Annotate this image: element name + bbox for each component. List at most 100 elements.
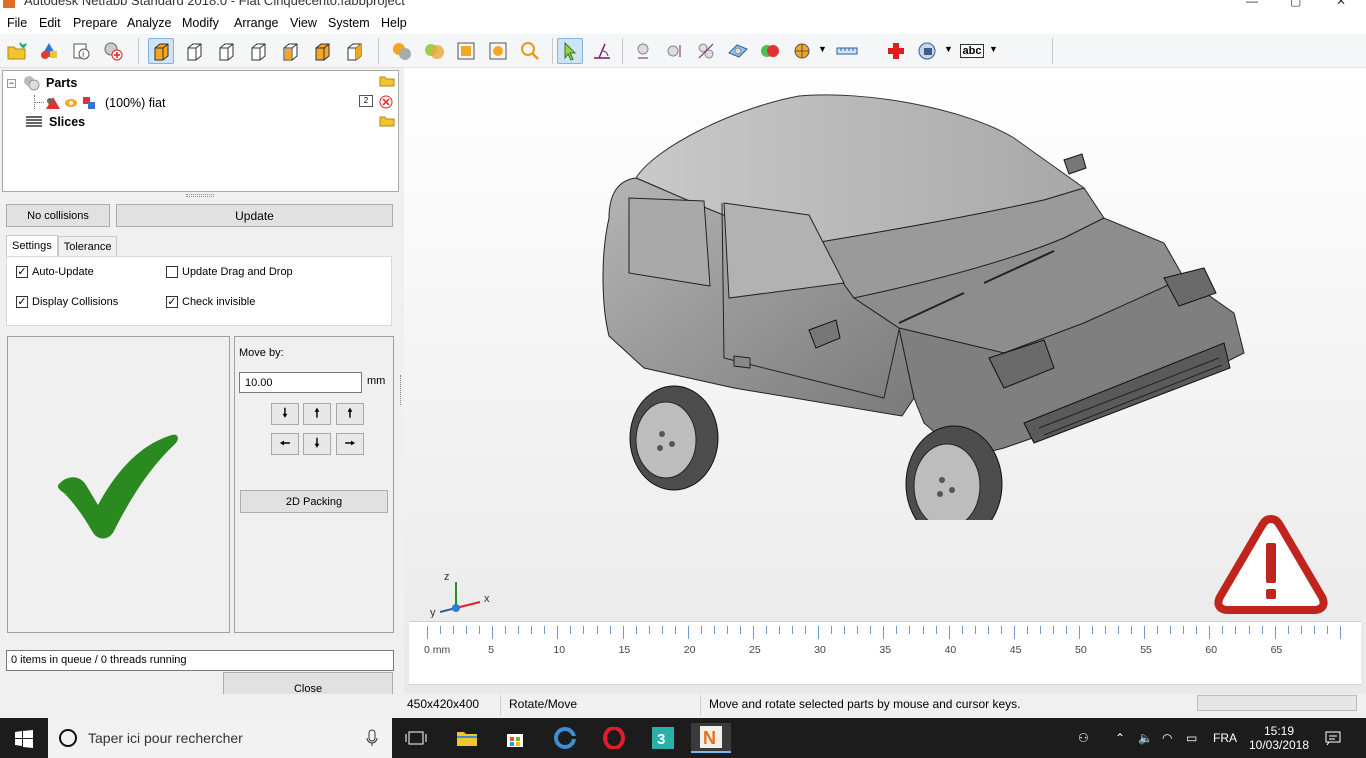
3d-builder-icon[interactable]: 3 — [643, 723, 683, 753]
volume-icon[interactable]: 🔈 — [1138, 718, 1153, 758]
task-view-icon[interactable] — [396, 723, 436, 753]
netfabb-taskbar-icon[interactable]: N — [691, 723, 731, 753]
part-info-icon[interactable]: i — [68, 38, 94, 64]
close-window-icon[interactable]: ✕ — [1336, 0, 1346, 8]
slices-node[interactable]: Slices — [25, 115, 85, 129]
panel-splitter[interactable] — [186, 194, 214, 197]
move-up-y-button[interactable]: 🠕 — [303, 403, 331, 425]
add-mesh-icon[interactable] — [100, 38, 126, 64]
ruler-tick — [1222, 626, 1224, 634]
label-abc-icon[interactable]: abc — [957, 38, 987, 64]
zoom-selection-icon[interactable] — [485, 38, 511, 64]
view-front-icon[interactable] — [181, 38, 207, 64]
people-icon[interactable]: ⚇ — [1078, 718, 1089, 758]
move-distance-input[interactable] — [239, 372, 362, 393]
parts-folder-icon[interactable] — [379, 75, 395, 87]
section-icon[interactable] — [789, 38, 815, 64]
ruler-tick — [922, 626, 924, 634]
view-right-icon[interactable] — [277, 38, 303, 64]
label-dropdown-icon[interactable]: ▼ — [989, 44, 998, 54]
parts-icon — [24, 76, 40, 91]
camera-dropdown-icon[interactable]: ▼ — [944, 44, 953, 54]
menu-view[interactable]: View — [290, 16, 317, 30]
warning-triangle-icon[interactable] — [1214, 513, 1328, 615]
battery-icon[interactable]: ▭ — [1186, 718, 1197, 758]
shading-icon[interactable] — [389, 38, 415, 64]
edge-browser-icon[interactable] — [545, 723, 585, 753]
action-center-icon[interactable] — [1325, 718, 1341, 758]
move-up-z-button[interactable]: 🠕 — [336, 403, 364, 425]
open-folder-icon[interactable] — [4, 38, 30, 64]
menu-arrange[interactable]: Arrange — [234, 16, 278, 30]
collapse-icon[interactable]: − — [7, 78, 16, 88]
section-dropdown-icon[interactable]: ▼ — [818, 44, 827, 54]
display-collisions-checkbox[interactable]: ✓ Display Collisions — [16, 296, 118, 308]
tab-tolerance[interactable]: Tolerance — [57, 236, 118, 256]
add-parts-icon[interactable] — [36, 38, 62, 64]
visibility-eye-icon[interactable] — [63, 95, 79, 111]
menu-modify[interactable]: Modify — [182, 16, 219, 30]
spheres-icon[interactable] — [662, 38, 688, 64]
minimize-icon[interactable]: — — [1246, 0, 1258, 8]
remove-part-icon[interactable] — [379, 95, 393, 109]
show-hidden-icons[interactable]: ⌃ — [1115, 718, 1125, 758]
mode-status: Rotate/Move — [509, 697, 578, 711]
part-color-icon[interactable] — [81, 95, 97, 111]
view-iso-icon[interactable] — [148, 38, 174, 64]
fiat-car-model[interactable] — [594, 90, 1254, 520]
menu-file[interactable]: File — [7, 16, 27, 30]
update-drag-drop-checkbox[interactable]: Update Drag and Drop — [166, 266, 293, 278]
camera-icon[interactable] — [915, 38, 941, 64]
auto-update-checkbox[interactable]: ✓ Auto-Update — [16, 266, 94, 278]
ruler-tick — [544, 626, 546, 634]
store-icon[interactable] — [495, 723, 535, 753]
move-left-button[interactable]: 🠔 — [271, 433, 299, 455]
arrow-up-icon: 🠕 — [314, 405, 320, 420]
taskbar-search[interactable]: Taper ici pour rechercher — [48, 718, 392, 758]
microphone-icon[interactable] — [366, 729, 378, 747]
ruler-tick — [961, 626, 963, 634]
move-down-z-button[interactable]: 🠗 — [271, 403, 299, 425]
menu-prepare[interactable]: Prepare — [73, 16, 117, 30]
sphere-icon[interactable] — [630, 38, 656, 64]
windows-start-icon[interactable] — [15, 730, 33, 748]
label-abc-text: abc — [959, 44, 985, 58]
3d-viewport[interactable]: z x y 0 mm 5 10 15 20 25 30 35 40 45 50 55 60 65 — [404, 68, 1366, 694]
parts-node[interactable]: − Parts — [7, 75, 77, 91]
view-top-icon[interactable] — [309, 38, 335, 64]
plane-icon[interactable] — [725, 38, 751, 64]
move-right-button[interactable]: 🠖 — [336, 433, 364, 455]
zoom-fit-icon[interactable] — [453, 38, 479, 64]
vertical-splitter[interactable] — [400, 375, 403, 405]
ruler-label: 55 — [1140, 644, 1152, 656]
maximize-icon[interactable]: ▢ — [1290, 0, 1301, 8]
view-back-icon[interactable] — [213, 38, 239, 64]
tab-settings[interactable]: Settings — [6, 235, 58, 256]
wifi-icon[interactable]: ◠ — [1162, 718, 1172, 758]
2d-packing-button[interactable]: 2D Packing — [240, 490, 388, 513]
measure-icon[interactable] — [834, 38, 860, 64]
color-spheres-icon[interactable] — [757, 38, 783, 64]
select-cursor-icon[interactable] — [557, 38, 583, 64]
menu-help[interactable]: Help — [381, 16, 407, 30]
language-indicator[interactable]: FRA — [1213, 718, 1237, 758]
texture-icon[interactable] — [421, 38, 447, 64]
update-button[interactable]: Update — [116, 204, 393, 227]
move-down-y-button[interactable]: 🠗 — [303, 433, 331, 455]
no-collisions-button[interactable]: No collisions — [6, 204, 110, 227]
rotate-move-icon[interactable] — [589, 38, 615, 64]
slices-folder-icon[interactable] — [379, 115, 395, 127]
menu-analyze[interactable]: Analyze — [127, 16, 171, 30]
part-row-fiat[interactable]: (100%) fiat — [45, 95, 165, 111]
zoom-icon[interactable] — [517, 38, 543, 64]
opera-browser-icon[interactable] — [594, 723, 634, 753]
menu-edit[interactable]: Edit — [39, 16, 61, 30]
repair-cross-icon[interactable] — [883, 38, 909, 64]
check-invisible-checkbox[interactable]: ✓ Check invisible — [166, 296, 255, 308]
clock[interactable]: 15:19 10/03/2018 — [1248, 718, 1310, 758]
view-bottom-icon[interactable] — [341, 38, 367, 64]
support-icon[interactable] — [693, 38, 719, 64]
view-left-icon[interactable] — [245, 38, 271, 64]
menu-system[interactable]: System — [328, 16, 370, 30]
file-explorer-icon[interactable] — [447, 723, 487, 753]
